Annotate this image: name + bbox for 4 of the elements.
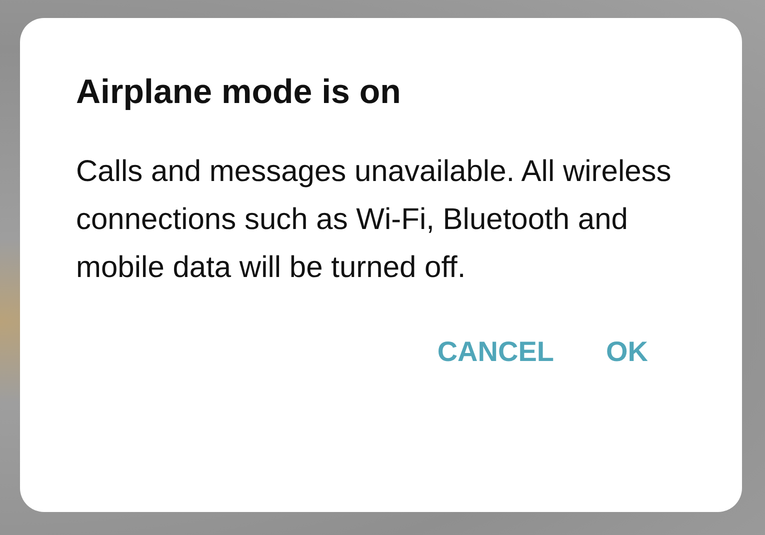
confirm-button[interactable]: OK <box>600 332 654 372</box>
cancel-button[interactable]: CANCEL <box>431 332 560 372</box>
dialog-title: Airplane mode is on <box>76 72 402 113</box>
dialog-message: Calls and messages unavailable. All wireless connections such as Wi-Fi, Bluetooth and mobile data will be turned off. <box>76 154 672 286</box>
